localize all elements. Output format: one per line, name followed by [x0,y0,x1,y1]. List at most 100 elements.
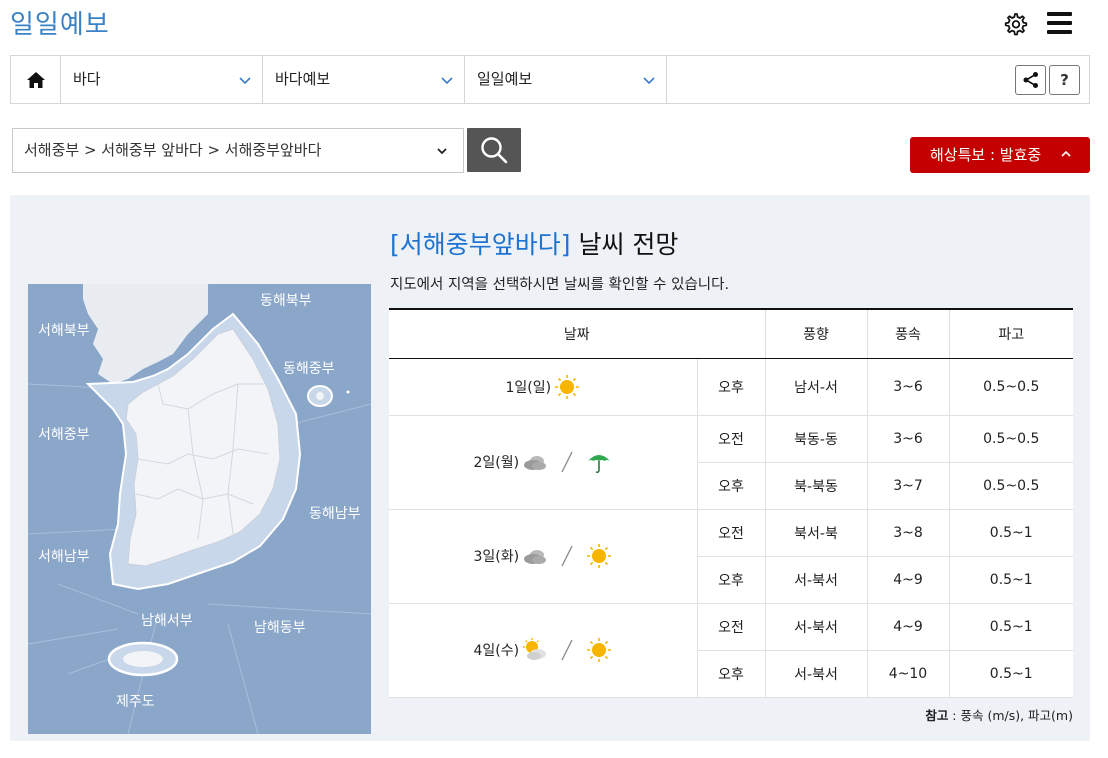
cloudy-icon [524,456,547,470]
units-note-text: : 풍속 (m/s), 파고(m) [948,708,1073,723]
forecast-table: 날짜 풍향 풍속 파고 1일(일) 오후 남서-서 3~6 0.5~0.5 2일… [389,308,1073,698]
map-label-west-south[interactable]: 서해남부 [38,546,90,566]
slash-divider [561,545,573,567]
map-label-west-north[interactable]: 서해북부 [38,320,90,340]
chevron-down-icon [441,77,453,85]
chevron-up-icon [1061,150,1071,157]
search-button[interactable] [467,128,521,172]
chevron-down-icon [239,77,251,85]
wave-height-cell: 0.5~0.5 [948,415,1073,463]
sea-area-map[interactable]: 동해북부 서해북부 동해중부 서해중부 동해남부 서해남부 남해서부 남해동부 … [28,284,371,734]
wave-height-cell: 0.5~1 [948,603,1073,651]
wave-height-cell: 0.5~1 [948,556,1073,604]
menu-button[interactable] [1047,12,1072,36]
date-cell: 2일(월) [389,415,697,510]
wave-height-cell: 0.5~0.5 [948,358,1073,416]
slash-divider [561,451,573,473]
table-row: 1일(일) 오후 남서-서 3~6 0.5~0.5 [389,358,1073,416]
date-cell: 4일(수) [389,603,697,698]
home-icon [26,71,45,88]
wind-speed-cell: 4~9 [866,603,949,651]
search-icon [481,137,508,164]
location-select[interactable]: 서해중부 > 서해중부 앞바다 > 서해중부앞바다 [12,128,464,173]
nav-select-forecast-type[interactable]: 바다예보 [263,56,465,103]
wind-speed-cell: 3~8 [866,509,949,557]
nav-select-category[interactable]: 바다 [61,56,263,103]
chevron-down-icon [437,148,447,155]
wind-direction-cell: 북서-북 [764,509,867,557]
share-button[interactable] [1015,65,1046,95]
forecast-title-location: [서해중부앞바다] [390,230,571,259]
wind-direction-cell: 서-북서 [764,650,867,698]
table-row: 4일(수) 오전 서-북서 4~9 0.5~1 [389,603,1073,698]
sun-icon [587,638,612,662]
menu-icon-bar [1047,30,1072,34]
wind-direction-cell: 북-북동 [764,462,867,510]
column-header-wind-direction: 풍향 [764,308,867,359]
partly-cloudy-icon [523,638,547,660]
period-cell: 오후 [696,556,765,604]
share-icon [1023,72,1038,88]
wave-height-cell: 0.5~0.5 [948,462,1073,510]
period-cell: 오전 [696,603,765,651]
column-header-wind-speed: 풍속 [866,308,949,359]
wind-speed-cell: 3~6 [866,358,949,416]
wave-height-cell: 0.5~1 [948,509,1073,557]
cloudy-icon [524,550,547,564]
map-label-south-west[interactable]: 남해서부 [141,610,193,630]
wind-direction-cell: 남서-서 [764,358,867,416]
chevron-down-icon [643,77,655,85]
nav-select-label: 바다 [73,70,101,88]
sun-icon [555,374,580,399]
wind-speed-cell: 4~10 [866,650,949,698]
map-label-east-south[interactable]: 동해남부 [309,503,361,523]
map-label-east-central[interactable]: 동해중부 [283,358,335,378]
date-label: 1일(일) [505,379,552,396]
date-label: 2일(월) [473,455,520,471]
gear-icon [1004,13,1028,36]
map-label-west-central[interactable]: 서해중부 [38,424,90,444]
units-note-label: 참고 [925,708,949,723]
period-cell: 오후 [696,358,765,416]
forecast-description: 지도에서 지역을 선택하시면 날씨를 확인할 수 있습니다. [390,277,730,293]
table-row: 3일(화) 오전 북서-북 3~8 0.5~1 [389,509,1073,604]
menu-icon [1047,12,1072,16]
nav-select-forecast-period[interactable]: 일일예보 [465,56,667,103]
date-label: 3일(화) [473,549,520,565]
settings-button[interactable] [1002,11,1028,37]
wind-direction-cell: 북동-동 [764,415,867,463]
wind-direction-cell: 서-북서 [764,556,867,604]
help-button[interactable]: ? [1049,65,1080,95]
forecast-title: [서해중부앞바다] 날씨 전망 [390,225,678,261]
umbrella-icon [588,455,611,474]
map-label-east-north[interactable]: 동해북부 [260,290,312,310]
forecast-panel: 동해북부 서해북부 동해중부 서해중부 동해남부 서해남부 남해서부 남해동부 … [10,195,1090,741]
wind-speed-cell: 3~7 [866,462,949,510]
wind-speed-cell: 4~9 [866,556,949,604]
period-cell: 오전 [696,509,765,557]
column-header-date: 날짜 [389,308,765,359]
map-label-jeju[interactable]: 제주도 [116,691,155,711]
table-row: 2일(월) 오전 북동-동 3~6 0.5~0.5 [389,415,1073,510]
location-select-value: 서해중부 > 서해중부 앞바다 > 서해중부앞바다 [24,141,322,159]
navigation-bar: 바다 바다예보 일일예보 ? [10,55,1090,104]
marine-warning-button[interactable]: 해상특보 : 발효중 [910,137,1090,173]
wave-height-cell: 0.5~1 [948,650,1073,698]
slash-divider [561,639,573,661]
wind-direction-cell: 서-북서 [764,603,867,651]
page-title: 일일예보 [10,10,110,40]
date-label: 4일(수) [473,643,520,659]
date-cell: 3일(화) [389,509,697,604]
units-note: 참고 : 풍속 (m/s), 파고(m) [925,705,1073,724]
nav-select-label: 일일예보 [477,70,533,88]
nav-select-label: 바다예보 [275,70,331,88]
sun-icon [587,544,612,568]
wind-speed-cell: 3~6 [866,415,949,463]
map-label-south-east[interactable]: 남해동부 [254,617,306,637]
period-cell: 오후 [696,650,765,698]
home-button[interactable] [11,56,61,103]
date-cell: 1일(일) [389,358,697,416]
period-cell: 오전 [696,415,765,463]
menu-icon-bar [1047,21,1072,25]
column-header-wave-height: 파고 [948,308,1073,359]
